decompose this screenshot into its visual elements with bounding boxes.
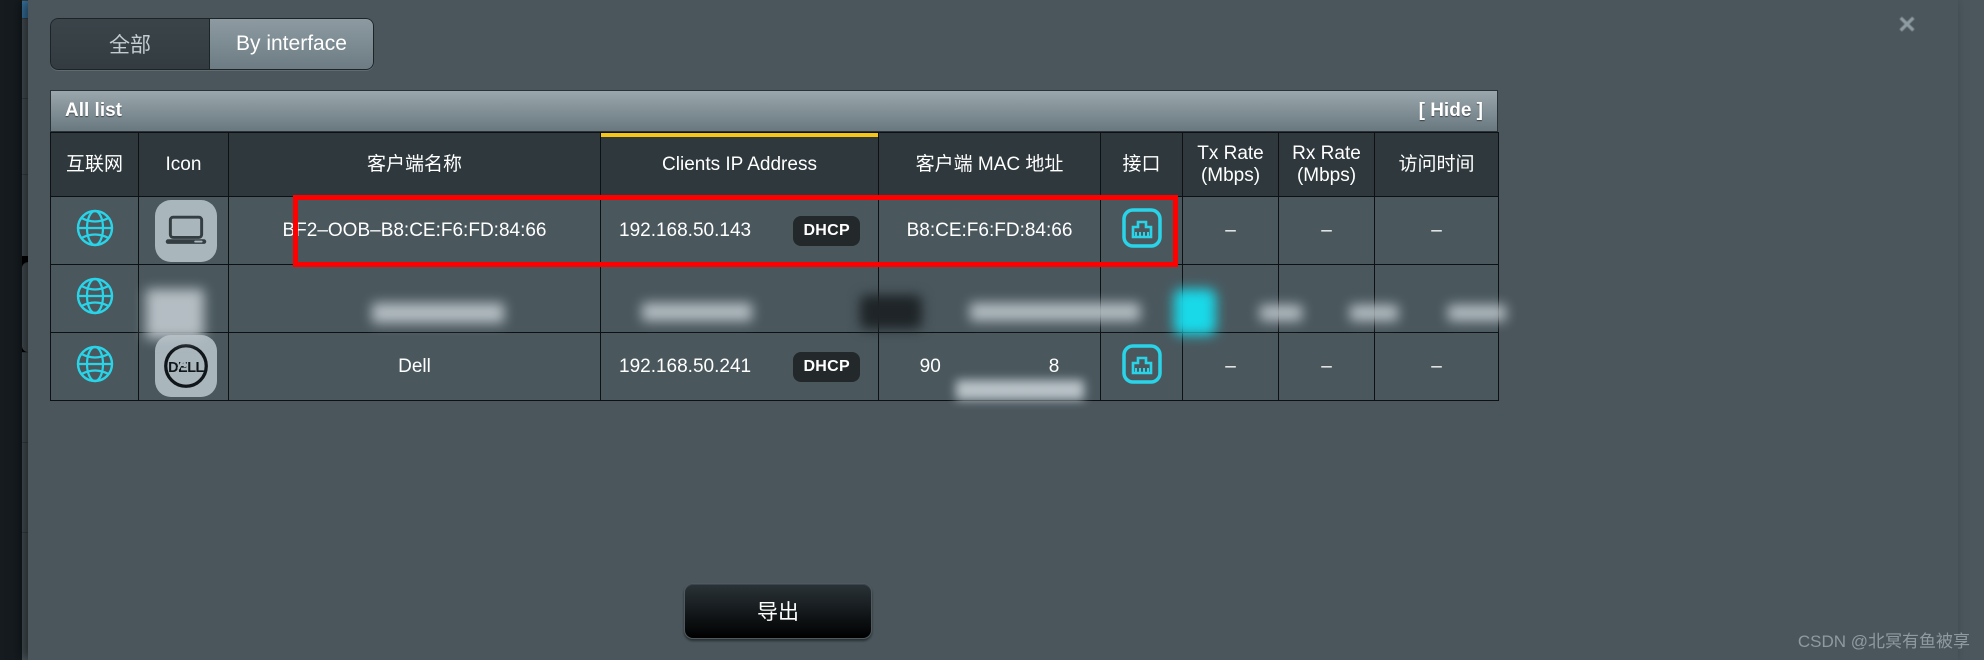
cell-client-name <box>228 264 601 333</box>
globe-icon <box>75 208 115 248</box>
cell-internet <box>50 332 139 401</box>
table-row[interactable]: BF2–OOB–B8:CE:F6:FD:84:66 192.168.50.143… <box>50 196 1499 265</box>
cell-access-time: – <box>1374 196 1499 265</box>
panel-title: All list <box>65 100 123 121</box>
cell-internet <box>50 264 139 333</box>
column-header-tx-rate[interactable]: Tx Rate (Mbps) <box>1182 132 1279 197</box>
laptop-icon <box>155 199 217 262</box>
ethernet-port-icon <box>1120 342 1164 386</box>
cell-client-name: BF2–OOB–B8:CE:F6:FD:84:66 <box>228 196 601 265</box>
tab-all[interactable]: 全部 <box>50 18 210 70</box>
export-button[interactable]: 导出 <box>684 583 872 639</box>
cell-client-mac <box>878 264 1101 333</box>
tx-rate-line1: Tx Rate <box>1197 142 1264 164</box>
cell-interface <box>1100 196 1183 265</box>
cell-internet <box>50 196 139 265</box>
watermark: CSDN @北冥有鱼被享 <box>1797 632 1970 651</box>
tab-by-interface[interactable]: By interface <box>210 18 374 70</box>
cell-client-ip <box>600 264 879 333</box>
tx-rate-line2: (Mbps) <box>1200 164 1261 186</box>
mac-suffix: 8 <box>1048 355 1060 377</box>
svg-text:DELL: DELL <box>168 359 204 375</box>
panel-header: All list [ Hide ] <box>50 90 1498 132</box>
cell-rx-rate: – <box>1278 196 1375 265</box>
column-header-client-mac[interactable]: 客户端 MAC 地址 <box>878 132 1101 197</box>
cell-device-icon <box>138 196 229 265</box>
rx-rate-line2: (Mbps) <box>1296 164 1357 186</box>
cell-device-icon: DELL <box>138 332 229 401</box>
close-icon[interactable]: × <box>1890 8 1924 42</box>
hide-link[interactable]: [ Hide ] <box>1419 100 1483 122</box>
all-list-panel: All list [ Hide ] 互联网 Icon 客户端名称 Clients… <box>50 90 1499 401</box>
cell-device-icon <box>138 264 229 333</box>
column-header-internet[interactable]: 互联网 <box>50 132 139 197</box>
cell-access-time: – <box>1374 332 1499 401</box>
cell-tx-rate: – <box>1182 332 1279 401</box>
cell-client-ip: 192.168.50.241 DHCP <box>600 332 879 401</box>
table-row[interactable]: DELL Dell 192.168.50.241 DHCP 90 8 – – – <box>50 332 1499 401</box>
globe-icon <box>75 276 115 316</box>
column-header-access-time[interactable]: 访问时间 <box>1374 132 1499 197</box>
table-row[interactable] <box>50 264 1499 333</box>
cell-interface <box>1100 332 1183 401</box>
clients-table: 互联网 Icon 客户端名称 Clients IP Address 客户端 MA… <box>50 132 1499 401</box>
client-list-dialog: × 全部 By interface All list [ Hide ] 互联网 <box>28 0 1958 660</box>
dhcp-badge: DHCP <box>793 351 860 382</box>
ip-value: 192.168.50.143 <box>619 219 752 241</box>
cell-access-time <box>1374 264 1499 333</box>
globe-icon <box>75 344 115 384</box>
column-header-rx-rate[interactable]: Rx Rate (Mbps) <box>1278 132 1375 197</box>
dell-logo-icon: DELL <box>155 334 217 397</box>
column-header-client-name[interactable]: 客户端名称 <box>228 132 601 197</box>
redacted-mac-overlay <box>956 380 1084 400</box>
cell-rx-rate <box>1278 264 1375 333</box>
background-left-rail <box>0 0 22 660</box>
cell-tx-rate <box>1182 264 1279 333</box>
ip-value: 192.168.50.241 <box>619 355 752 377</box>
cell-interface <box>1100 264 1183 333</box>
column-header-interface[interactable]: 接口 <box>1100 132 1183 197</box>
cell-rx-rate: – <box>1278 332 1375 401</box>
column-header-client-ip[interactable]: Clients IP Address <box>600 132 879 197</box>
table-header-row: 互联网 Icon 客户端名称 Clients IP Address 客户端 MA… <box>50 132 1499 197</box>
dhcp-badge: DHCP <box>793 215 860 246</box>
cell-client-ip: 192.168.50.143 DHCP <box>600 196 879 265</box>
cell-client-mac: B8:CE:F6:FD:84:66 <box>878 196 1101 265</box>
column-header-icon[interactable]: Icon <box>138 132 229 197</box>
view-mode-tabs: 全部 By interface <box>50 18 374 70</box>
cell-client-name: Dell <box>228 332 601 401</box>
rx-rate-line1: Rx Rate <box>1292 142 1361 164</box>
cell-tx-rate: – <box>1182 196 1279 265</box>
screen: × 全部 By interface All list [ Hide ] 互联网 <box>0 0 1984 660</box>
mac-prefix: 90 <box>919 355 941 377</box>
ethernet-port-icon <box>1120 206 1164 250</box>
